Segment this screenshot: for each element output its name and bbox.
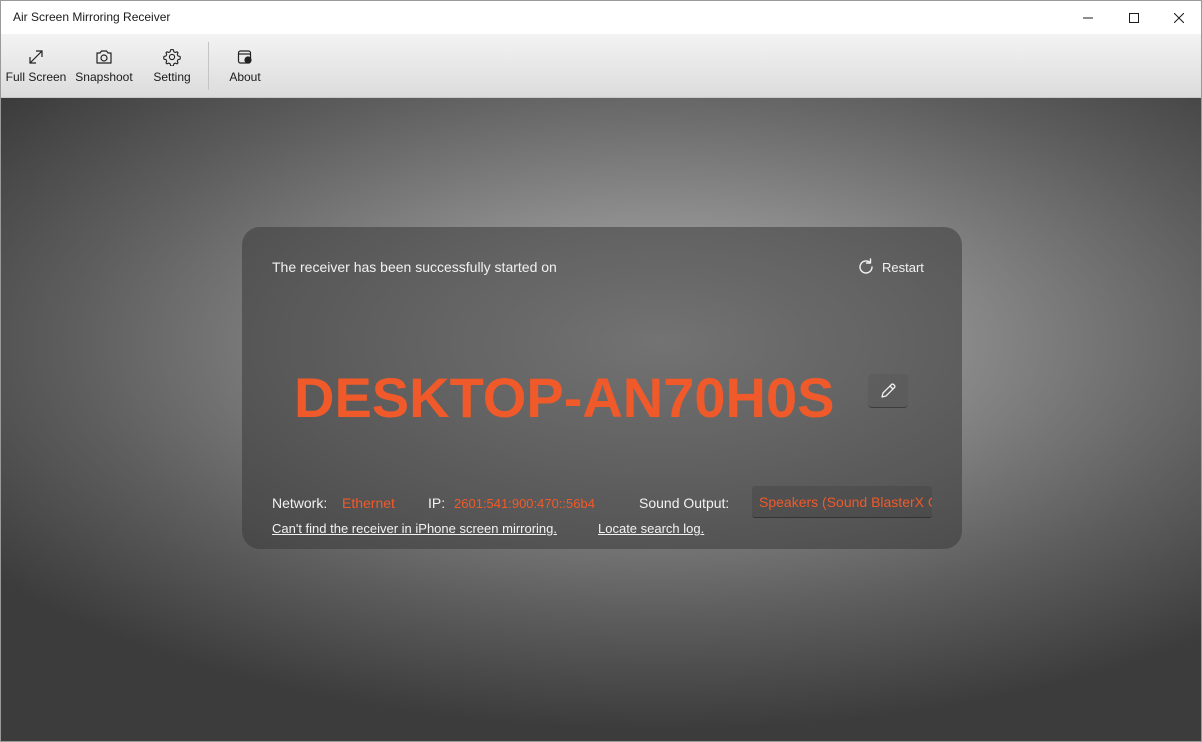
full-screen-label: Full Screen	[5, 70, 67, 84]
camera-icon	[95, 48, 113, 66]
close-button[interactable]	[1156, 1, 1201, 34]
receiver-status-panel: The receiver has been successfully start…	[242, 227, 962, 549]
restart-icon	[859, 258, 873, 274]
network-value: Ethernet	[342, 495, 395, 511]
sound-output-dropdown[interactable]: Speakers (Sound BlasterX G6)	[752, 486, 932, 518]
full-screen-button[interactable]: Full Screen	[6, 34, 66, 98]
maximize-button[interactable]	[1111, 1, 1157, 34]
about-label: About	[229, 70, 261, 84]
minimize-button[interactable]	[1065, 1, 1111, 34]
snapshoot-button[interactable]: Snapshoot	[74, 34, 134, 98]
gear-icon	[163, 48, 181, 66]
restart-button[interactable]: Restart	[856, 255, 924, 279]
setting-button[interactable]: Setting	[142, 34, 202, 98]
expand-arrows-icon	[28, 48, 44, 66]
toolbar-separator	[208, 42, 209, 90]
maximize-icon	[1129, 12, 1139, 23]
about-button[interactable]: About	[215, 34, 275, 98]
device-name: DESKTOP-AN70H0S	[294, 366, 835, 429]
pencil-icon	[881, 382, 896, 398]
edit-name-button[interactable]	[868, 374, 908, 408]
ip-value: 2601:541:900:470::56b4	[454, 496, 595, 511]
app-window: Air Screen Mirroring Receiver Full Scree…	[0, 0, 1202, 742]
network-label: Network:	[272, 495, 328, 511]
setting-label: Setting	[153, 70, 191, 84]
toolbar: Full Screen Snapshoot Setting About	[1, 34, 1201, 98]
snapshoot-label: Snapshoot	[75, 70, 133, 84]
sound-output-label: Sound Output:	[639, 495, 730, 511]
status-text: The receiver has been successfully start…	[272, 259, 557, 275]
window-title: Air Screen Mirroring Receiver	[13, 10, 171, 24]
mirror-stage: The receiver has been successfully start…	[1, 98, 1201, 741]
sound-output-value: Speakers (Sound BlasterX G6)	[759, 494, 932, 510]
ip-label: IP:	[428, 495, 446, 511]
about-icon	[237, 48, 253, 66]
minimize-icon	[1083, 17, 1093, 18]
cant-find-receiver-link[interactable]: Can't find the receiver in iPhone screen…	[272, 521, 557, 536]
locate-search-log-link[interactable]: Locate search log.	[598, 521, 704, 536]
close-icon	[1174, 12, 1184, 23]
restart-label: Restart	[882, 259, 924, 275]
title-bar[interactable]: Air Screen Mirroring Receiver	[1, 1, 1201, 34]
